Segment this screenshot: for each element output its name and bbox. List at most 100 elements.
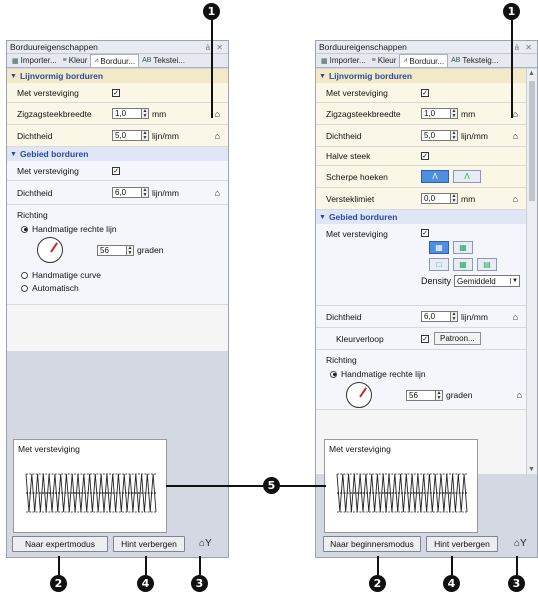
stitch-preview: Met versteviging [13, 439, 167, 533]
callout-leader [377, 556, 379, 575]
beginner-mode-button[interactable]: Naar beginnersmodus [323, 536, 421, 552]
tab-borduur[interactable]: ⩘ Borduur... [399, 54, 449, 67]
kleurverloop-checkbox[interactable]: ✓ [421, 334, 429, 343]
callout-1: 1 [503, 3, 520, 20]
row-zigzagsteekbreedte: Zigzagsteekbreedte 1,0 ▲ ▼ mm ⌂ [7, 103, 228, 125]
house-icon[interactable]: ⌂ [517, 390, 522, 400]
radio-handmatige-lijn[interactable]: Handmatige rechte lijn [330, 369, 426, 379]
scroll-down-icon[interactable]: ▼ [528, 466, 535, 473]
color-icon: ≡ [62, 57, 67, 64]
hide-hint-button[interactable]: Hint verbergen [426, 536, 498, 552]
spinner-arrows-icon[interactable]: ▲ ▼ [451, 130, 458, 141]
row-gebied-dichtheid: Dichtheid 6,0 ▲ ▼ lijn/mm ⌂ [316, 306, 526, 328]
density-spinner[interactable]: 5,0 ▲ ▼ [421, 130, 458, 141]
versteviging-checkbox[interactable]: ✓ [112, 88, 120, 97]
properties-panel-expert: Borduureigenschappen ȧ ✕ ▦ Importer... ≡ K… [315, 40, 538, 558]
zigzag-width-spinner[interactable]: 1,0 ▲ ▼ [112, 108, 149, 119]
row-scherpe-hoeken: Scherpe hoeken Λ Λ [316, 166, 526, 188]
gebied-versteviging-checkbox[interactable]: ✓ [112, 166, 120, 175]
tab-kleur[interactable]: ≡ Kleur [60, 54, 91, 67]
row-richting: Richting Handmatige rechte lijn 56 ▲ ▼ gra… [316, 350, 526, 410]
row-richting: Richting Handmatige rechte lijn 56 ▲ ▼ gra… [7, 205, 228, 305]
row-gebied-dichtheid: Dichtheid 6,0 ▲ ▼ lijn/mm ⌂ [7, 181, 228, 205]
radio-dot[interactable] [21, 284, 28, 292]
section-gebied[interactable]: ▼ Gebied borduren [7, 147, 228, 161]
radio-handmatige-lijn[interactable]: Handmatige rechte lijn [21, 224, 117, 234]
properties-panel-beginner: Borduureigenschappen ȧ ✕ ▦ Importer... ≡ K… [6, 40, 229, 558]
tab-teksteig[interactable]: AB Tekstei... [139, 54, 188, 67]
section-lijnvormig[interactable]: ▼ Lijnvormig borduren [7, 69, 228, 83]
fill-pattern-2-icon[interactable]: ▦ [453, 241, 473, 254]
zigzag-width-spinner[interactable]: 1,0 ▲ ▼ [421, 108, 458, 119]
halve-steek-checkbox[interactable]: ✓ [421, 152, 429, 160]
stitch-icon: ⩘ [94, 57, 99, 64]
radio-handmatige-curve[interactable]: Handmatige curve [21, 270, 101, 280]
house-icon[interactable]: ⌂ [513, 109, 518, 119]
versteviging-checkbox[interactable]: ✓ [421, 88, 429, 97]
scroll-thumb[interactable] [529, 81, 535, 201]
tab-bar: ▦ Importer... ≡ Kleur ⩘ Borduur... AB Tekste… [7, 54, 228, 68]
scroll-up-icon[interactable]: ▲ [528, 70, 535, 77]
vertical-scrollbar[interactable]: ▲ ▼ [526, 69, 537, 474]
section-gebied[interactable]: ▼ Gebied borduren [316, 210, 526, 224]
spinner-arrows-icon[interactable]: ▲ ▼ [127, 244, 134, 256]
row-dichtheid: Dichtheid 5,0 ▲ ▼ lijn/mm ⌂ [316, 125, 526, 147]
callout-4: 4 [137, 575, 154, 592]
round-corner-icon[interactable]: Λ [453, 170, 481, 183]
properties-content: ▼ Lijnvormig borduren Met versteviging ✓ … [7, 69, 228, 351]
gebied-density-spinner[interactable]: 6,0 ▲ ▼ [421, 311, 458, 322]
radio-dot[interactable] [21, 271, 28, 279]
fill-pattern-3-icon[interactable]: □ [429, 258, 449, 271]
spinner-arrows-icon[interactable]: ▲ ▼ [451, 311, 458, 322]
angle-dial[interactable] [37, 237, 63, 263]
section-lijnvormig[interactable]: ▼ Lijnvormig borduren [316, 69, 526, 83]
fill-pattern-1-icon[interactable]: ▦ [429, 241, 449, 254]
fill-pattern-5-icon[interactable]: ▤ [477, 258, 497, 271]
radio-dot[interactable] [330, 370, 337, 378]
spinner-arrows-icon[interactable]: ▲ ▼ [142, 130, 149, 141]
density-select[interactable]: Gemiddeld ▼ [454, 275, 521, 287]
callout-leader [211, 20, 213, 118]
angle-dial[interactable] [346, 382, 372, 408]
house-icon[interactable]: ⌂ [513, 312, 518, 322]
collapse-triangle-icon: ▼ [10, 72, 17, 80]
gebied-versteviging-checkbox[interactable]: ✓ [421, 229, 429, 237]
density-spinner[interactable]: 5,0 ▲ ▼ [112, 130, 149, 141]
house-icon[interactable]: ⌂ [215, 131, 220, 141]
house-icon[interactable]: ⌂ [513, 131, 518, 141]
tab-kleur[interactable]: ≡ Kleur [369, 54, 400, 67]
fill-pattern-4-icon[interactable]: ▦ [453, 258, 473, 271]
callout-3: 3 [508, 575, 525, 592]
tab-teksteig[interactable]: AB Teksteig... [448, 54, 501, 67]
patroon-button[interactable]: Patroon... [434, 332, 481, 345]
radio-dot[interactable] [21, 225, 28, 233]
tab-importer[interactable]: ▦ Importer... [318, 54, 369, 67]
window-controls[interactable]: ȧ ✕ [515, 43, 534, 52]
angle-spinner[interactable]: 56 ▲ ▼ [406, 389, 443, 401]
row-zigzagsteekbreedte: Zigzagsteekbreedte 1,0 ▲ ▼ mm ⌂ [316, 103, 526, 125]
radio-automatisch[interactable]: Automatisch [21, 283, 79, 293]
expert-mode-button[interactable]: Naar expertmodus [12, 536, 108, 552]
spinner-arrows-icon[interactable]: ▲ ▼ [436, 389, 443, 401]
house-icon[interactable]: ⌂ [513, 194, 518, 204]
spinner-arrows-icon[interactable]: ▲ ▼ [451, 193, 458, 204]
binoculars-icon[interactable]: ⌂Υ [514, 538, 527, 549]
callout-2: 2 [369, 575, 386, 592]
spinner-arrows-icon[interactable]: ▲ ▼ [451, 108, 458, 119]
window-controls[interactable]: ȧ ✕ [206, 43, 225, 52]
binoculars-icon[interactable]: ⌂Υ [199, 538, 212, 549]
zigzag-stitch-preview [336, 473, 468, 513]
spinner-arrows-icon[interactable]: ▲ ▼ [142, 108, 149, 119]
tab-importer[interactable]: ▦ Importer... [9, 54, 60, 67]
tab-borduur[interactable]: ⩘ Borduur... [90, 54, 140, 67]
spinner-arrows-icon[interactable]: ▲ ▼ [142, 187, 149, 198]
sharp-corner-icon[interactable]: Λ [421, 170, 449, 183]
angle-spinner[interactable]: 56 ▲ ▼ [97, 244, 134, 256]
callout-leader [166, 485, 263, 487]
hide-hint-button[interactable]: Hint verbergen [113, 536, 185, 552]
house-icon[interactable]: ⌂ [215, 188, 220, 198]
text-icon: AB [142, 57, 152, 64]
gebied-density-spinner[interactable]: 6,0 ▲ ▼ [112, 187, 149, 198]
miter-limit-spinner[interactable]: 0,0 ▲ ▼ [421, 193, 458, 204]
house-icon[interactable]: ⌂ [215, 109, 220, 119]
